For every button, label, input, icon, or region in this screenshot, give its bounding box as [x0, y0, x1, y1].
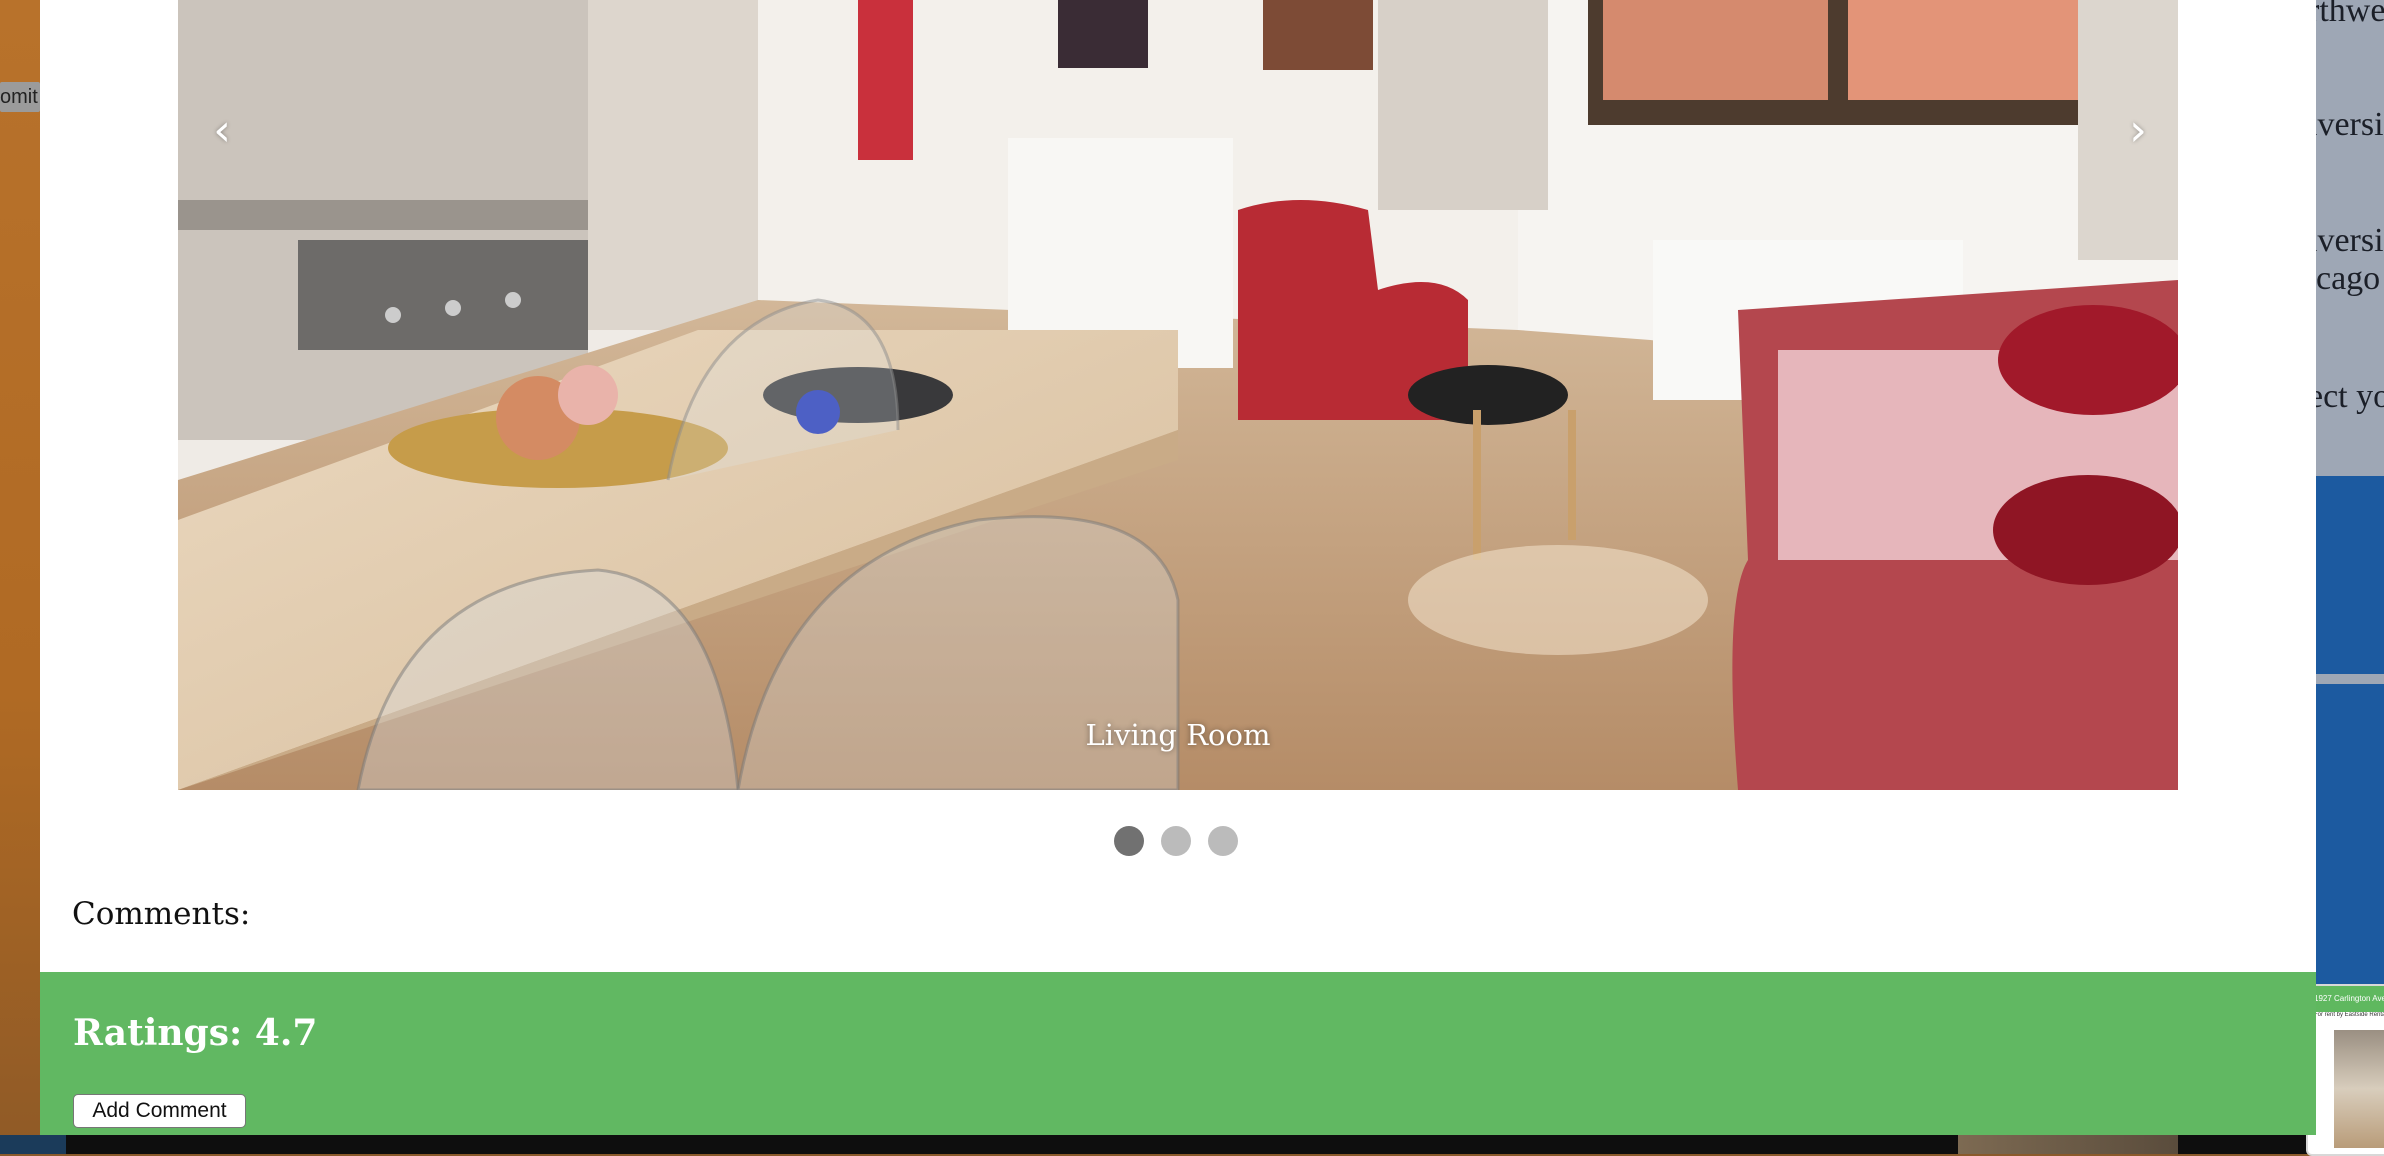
thumbnail-title: 1927 Carlington Avenue	[2308, 986, 2384, 1012]
background-page-right: rthwe iversi iversi cago ect yo	[2316, 0, 2384, 1154]
background-text-fragment: rthwe	[2316, 0, 2384, 29]
window-thumbnail[interactable]: 1927 Carlington Avenue For rent by Easts…	[2306, 984, 2384, 1156]
carousel-slide-image	[178, 0, 2178, 790]
comments-heading: Comments:	[72, 896, 251, 932]
carousel-dot-2[interactable]	[1161, 826, 1191, 856]
background-bottom-strip	[0, 1135, 2384, 1154]
background-page-left	[0, 0, 40, 1154]
background-submit-tag: omit	[0, 82, 40, 112]
ratings-label: Ratings:	[73, 1012, 243, 1054]
background-text-fragment: iversi	[2316, 222, 2384, 259]
background-text-fragment: iversi	[2316, 106, 2384, 143]
background-text-fragment: ect yo	[2316, 378, 2384, 415]
carousel-next-button[interactable]: ›	[2114, 105, 2162, 157]
slide-caption: Living Room	[1085, 718, 1271, 752]
carousel-prev-button[interactable]: ‹	[198, 105, 246, 157]
listing-modal: ‹ › Living Room Comments: Ratings: 4.7 A…	[40, 0, 2316, 1135]
background-blue-panel	[2316, 684, 2384, 984]
photo-carousel: ‹ › Living Room	[178, 0, 2178, 790]
ratings-bar: Ratings: 4.7 Add Comment	[40, 972, 2316, 1135]
background-text-fragment: cago	[2316, 260, 2381, 297]
background-blue-panel	[2316, 476, 2384, 674]
ratings-heading: Ratings: 4.7	[73, 1012, 317, 1054]
add-comment-button[interactable]: Add Comment	[73, 1094, 246, 1128]
carousel-dot-3[interactable]	[1208, 826, 1238, 856]
ratings-value: 4.7	[254, 1012, 318, 1054]
thumbnail-image	[2334, 1030, 2384, 1148]
thumbnail-subtitle: For rent by Eastside Rental	[2314, 1012, 2384, 1018]
carousel-dot-1[interactable]	[1114, 826, 1144, 856]
